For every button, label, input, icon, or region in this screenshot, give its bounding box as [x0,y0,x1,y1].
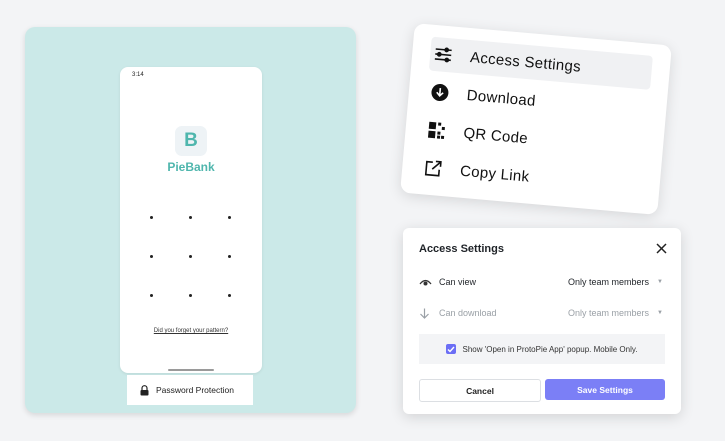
sliders-icon [434,46,459,64]
menu-item-label: QR Code [462,124,529,147]
share-menu: Access Settings Download QR Code Copy Li… [400,23,672,215]
can-view-select[interactable]: Only team members [568,277,649,287]
password-protection-tab[interactable]: Password Protection [127,375,253,405]
eye-icon [419,278,433,287]
status-time: 3:14 [132,72,144,78]
checkbox-checked-icon[interactable] [446,344,457,354]
menu-item-qr-code[interactable]: QR Code [426,113,529,156]
app-logo-letter: B [184,130,198,151]
app-logo: B [175,126,207,156]
arrow-down-icon [419,308,433,319]
pattern-dot[interactable] [150,255,153,258]
close-icon[interactable] [656,243,667,254]
qr-code-icon [427,121,452,141]
pattern-dot[interactable] [228,255,231,258]
lock-icon [140,384,149,396]
can-download-label: Can download [439,308,497,318]
dialog-title: Access Settings [419,243,504,255]
chevron-down-icon: ▼ [657,279,663,285]
pattern-dot[interactable] [189,294,192,297]
save-settings-button[interactable]: Save Settings [545,379,665,400]
menu-item-copy-link[interactable]: Copy Link [423,151,531,194]
open-in-app-option[interactable]: Show 'Open in ProtoPie App' popup. Mobil… [419,334,665,364]
menu-item-download[interactable]: Download [429,75,537,118]
download-circle-icon [430,83,455,103]
password-protection-label: Password Protection [156,385,234,395]
external-link-icon [424,158,449,178]
home-indicator [168,369,214,371]
app-name: PieBank [167,160,215,174]
pattern-dot[interactable] [189,216,192,219]
pattern-dot[interactable] [150,216,153,219]
menu-item-label: Copy Link [459,162,531,186]
can-view-label: Can view [439,277,477,287]
can-view-row[interactable]: Can view Only team members ▼ [419,273,665,291]
menu-item-label: Access Settings [469,48,582,76]
forgot-pattern-link[interactable]: Did you forget your pattern? [120,328,262,334]
chevron-down-icon: ▼ [657,310,663,316]
open-in-app-label: Show 'Open in ProtoPie App' popup. Mobil… [462,344,638,354]
cancel-button[interactable]: Cancel [419,379,541,402]
pattern-dot[interactable] [228,294,231,297]
access-settings-dialog: Access Settings Can view Only team membe… [403,228,681,414]
pattern-dot[interactable] [228,216,231,219]
can-download-select[interactable]: Only team members [568,308,649,318]
phone-preview: 3:14 B PieBank Did you forget your patte… [120,67,262,373]
pattern-dot[interactable] [150,294,153,297]
pattern-dot[interactable] [189,255,192,258]
can-download-row[interactable]: Can download Only team members ▼ [419,304,665,322]
menu-item-label: Download [466,86,537,110]
